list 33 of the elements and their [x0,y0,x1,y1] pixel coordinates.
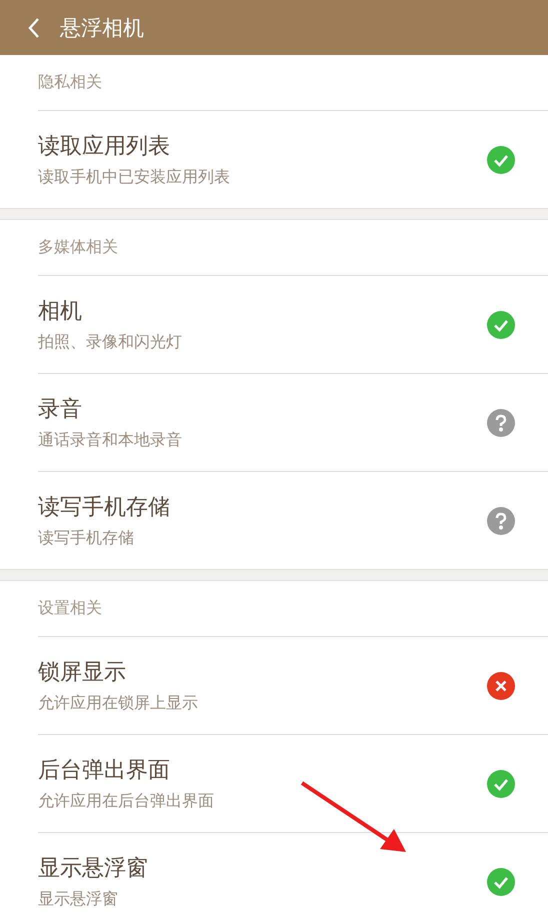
permission-description: 读取手机中已安装应用列表 [38,167,230,188]
permission-title: 锁屏显示 [38,659,127,687]
back-icon[interactable] [28,16,40,38]
check-icon[interactable] [487,770,515,798]
question-icon[interactable] [487,408,515,436]
section-header: 设置相关 [38,598,102,619]
check-icon[interactable] [487,310,515,338]
question-icon[interactable] [487,506,515,534]
check-icon[interactable] [487,146,515,174]
permission-description: 显示悬浮窗 [38,889,119,910]
permission-description: 读写手机存储 [38,528,135,549]
permission-title: 相机 [38,298,83,326]
permission-description: 允许应用在锁屏上显示 [38,693,198,714]
permission-description: 通话录音和本地录音 [38,430,182,451]
permission-row[interactable]: 录音 通话录音和本地录音 [38,374,548,472]
permission-row[interactable]: 读取应用列表 读取手机中已安装应用列表 [38,111,548,208]
check-icon[interactable] [487,868,515,896]
permission-description: 允许应用在后台弹出界面 [38,791,214,812]
permission-title: 读取应用列表 [38,133,171,161]
permission-description: 拍照、录像和闪光灯 [38,332,182,353]
permission-row[interactable]: 后台弹出界面 允许应用在后台弹出界面 [38,735,548,833]
permission-row[interactable]: 相机 拍照、录像和闪光灯 [38,276,548,374]
cross-icon[interactable] [487,672,515,700]
permission-title: 读写手机存储 [38,494,170,522]
section-header: 隐私相关 [38,72,102,93]
permission-title: 后台弹出界面 [38,757,171,785]
permission-row[interactable]: 读写手机存储 读写手机存储 [38,472,548,569]
permission-title: 录音 [38,396,83,424]
permission-row[interactable]: 显示悬浮窗 显示悬浮窗 [38,833,548,924]
permission-title: 显示悬浮窗 [38,855,148,883]
permission-row[interactable]: 锁屏显示 允许应用在锁屏上显示 [38,637,548,735]
page-title: 悬浮相机 [60,14,144,42]
section-header: 多媒体相关 [38,237,118,258]
